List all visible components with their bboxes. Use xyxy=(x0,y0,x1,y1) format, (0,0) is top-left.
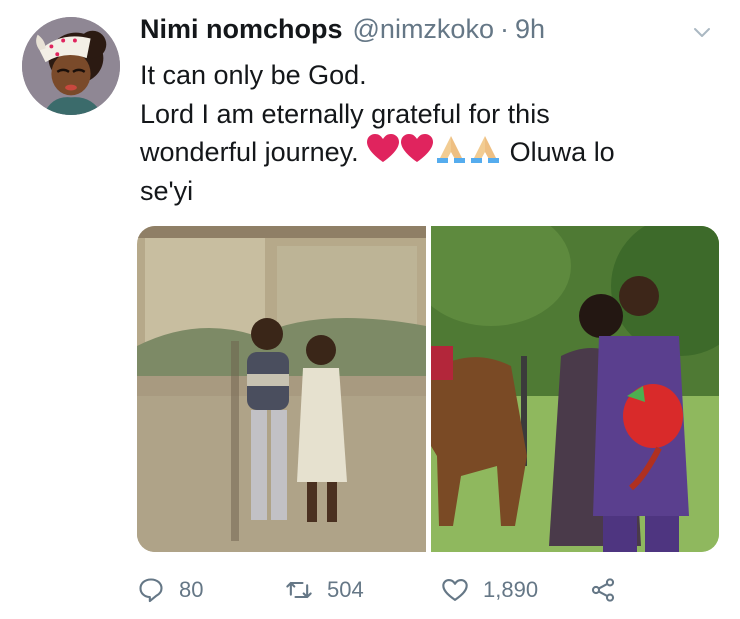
media-photo-childhood[interactable] xyxy=(137,226,426,552)
separator-dot: · xyxy=(499,14,509,44)
share-icon xyxy=(591,578,615,602)
media-photo-couple[interactable] xyxy=(431,226,719,552)
avatar-cartoon-icon xyxy=(22,17,120,115)
tweet-text-line: It can only be God. xyxy=(140,60,367,90)
timestamp[interactable]: 9h xyxy=(515,14,545,45)
red-heart-icon xyxy=(366,134,400,164)
tweet-text-line: Lord I am eternally grateful for this xyxy=(140,98,550,129)
retweet-icon xyxy=(286,581,312,599)
tweet-text: It can only be God. Lord I am eternally … xyxy=(140,56,720,210)
retweet-count: 504 xyxy=(327,577,364,602)
retweet-button[interactable]: 504 xyxy=(285,573,364,607)
chevron-down-icon[interactable] xyxy=(690,20,714,44)
share-button[interactable] xyxy=(589,573,617,607)
avatar[interactable] xyxy=(22,17,120,115)
reply-icon xyxy=(139,578,163,603)
tweet-text-segment: Oluwa lo xyxy=(509,137,615,167)
action-bar: 80 504 1,890 xyxy=(137,573,657,607)
like-count: 1,890 xyxy=(483,577,539,602)
tweet-header: Nimi nomchops @nimzkoko · 9h xyxy=(140,14,545,50)
reply-count: 80 xyxy=(179,577,204,602)
tweet-text-segment: wonderful journey. xyxy=(140,137,359,167)
user-handle[interactable]: @nimzkoko xyxy=(353,14,494,45)
tweet-text-line: se'yi xyxy=(140,175,194,206)
folded-hands-icon xyxy=(434,134,468,164)
like-button[interactable]: 1,890 xyxy=(441,573,538,607)
tweet-text-line: wonderful journey. Oluwa lo xyxy=(140,133,720,172)
display-name[interactable]: Nimi nomchops xyxy=(140,14,343,45)
heart-icon xyxy=(442,579,468,601)
folded-hands-icon xyxy=(468,134,502,164)
reply-button[interactable]: 80 xyxy=(137,573,203,607)
red-heart-icon xyxy=(400,134,434,164)
